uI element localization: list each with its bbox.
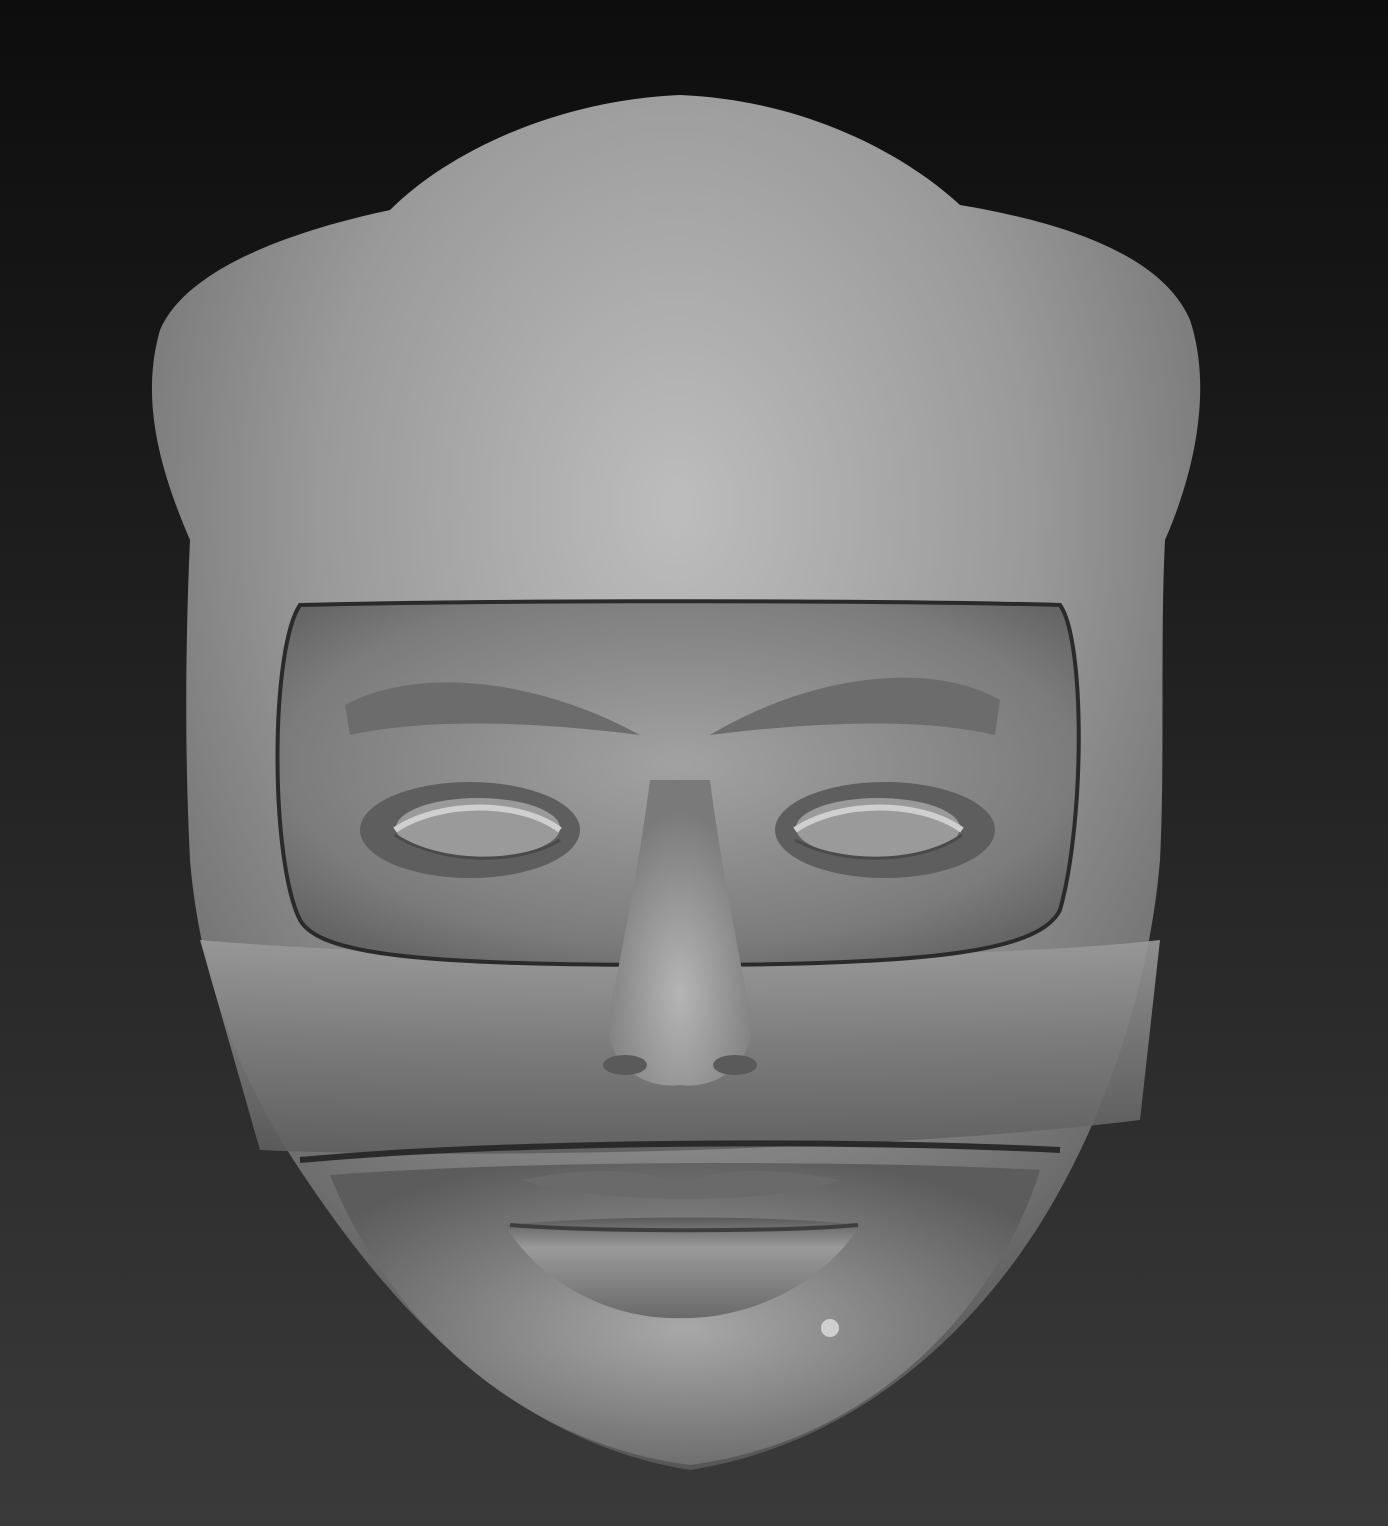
right-eye: [775, 782, 995, 878]
chin-mole: [821, 1319, 839, 1337]
nostril-right: [713, 1055, 757, 1075]
nostril-left: [603, 1055, 647, 1075]
sculpt-viewport[interactable]: [0, 0, 1388, 1526]
left-eye: [360, 782, 580, 878]
sculpt-render: [0, 0, 1388, 1526]
